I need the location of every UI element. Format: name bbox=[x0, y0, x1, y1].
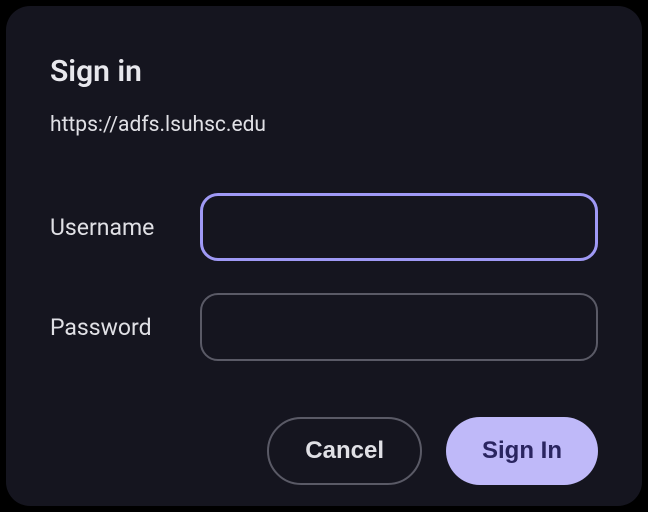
username-input[interactable] bbox=[200, 193, 598, 261]
password-label: Password bbox=[50, 314, 200, 341]
username-label: Username bbox=[50, 214, 200, 241]
dialog-title: Sign in bbox=[50, 54, 598, 89]
username-row: Username bbox=[50, 193, 598, 261]
dialog-url: https://adfs.lsuhsc.edu bbox=[50, 113, 598, 137]
cancel-button[interactable]: Cancel bbox=[267, 417, 422, 485]
signin-button[interactable]: Sign In bbox=[446, 417, 598, 485]
password-input[interactable] bbox=[200, 293, 598, 361]
password-row: Password bbox=[50, 293, 598, 361]
button-row: Cancel Sign In bbox=[50, 417, 598, 485]
signin-dialog: Sign in https://adfs.lsuhsc.edu Username… bbox=[6, 6, 642, 506]
